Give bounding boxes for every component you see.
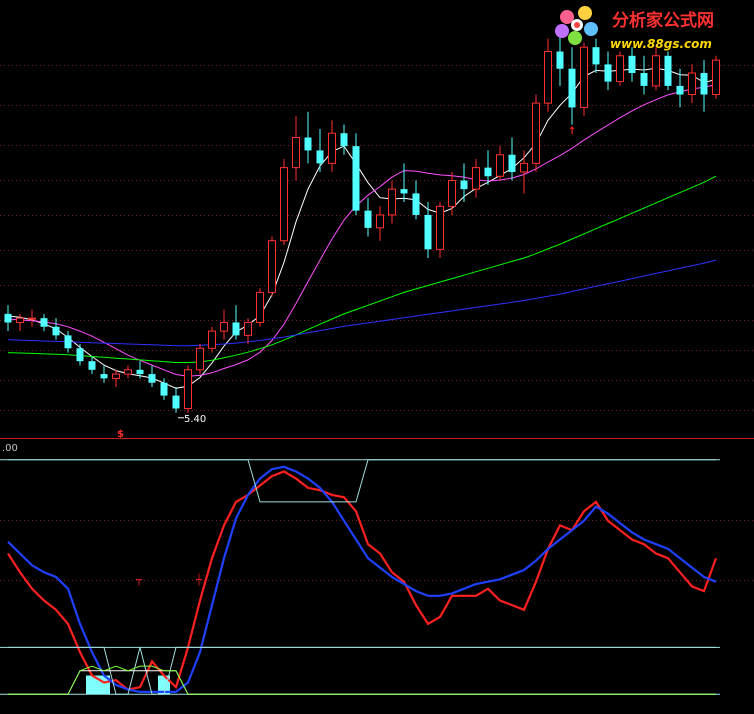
candle-body-up [544, 51, 552, 104]
candle [280, 159, 288, 246]
candle-body-down [364, 210, 372, 228]
candle-body-up [712, 59, 720, 96]
candle-body-up [328, 132, 336, 164]
candle-body-up [436, 205, 444, 250]
candle-body-down [40, 318, 48, 327]
candle-body-up [376, 214, 384, 229]
candle-body-up [244, 321, 252, 336]
candle-body-down [52, 326, 60, 336]
candle-body-down [424, 214, 432, 250]
chart-background [0, 0, 754, 714]
candle-body-up [532, 102, 540, 164]
buy-arrow-icon: ↑ [568, 126, 576, 137]
candle-body-down [88, 361, 96, 370]
candle-body-down [412, 193, 420, 215]
candle-body-up [448, 180, 456, 207]
candle-body-down [232, 322, 240, 336]
candle-body-up [268, 240, 276, 293]
indicator-signal-marker: ┼ [195, 573, 203, 586]
candle-body-down [148, 374, 156, 383]
candle-body-down [76, 348, 84, 362]
candle-body-up [616, 55, 624, 83]
indicator-signal-marker: ┬ [135, 575, 143, 586]
candle [208, 326, 216, 353]
candle-body-down [676, 85, 684, 95]
candle [184, 365, 192, 413]
stock-chart: 5.40$↑ ┬ ┼ .00 分析家公式网 www.88gs.com [0, 0, 754, 714]
candle-body-up [388, 188, 396, 216]
watermark-site-name: 分析家公式网 [612, 10, 714, 31]
candle-body-up [688, 72, 696, 96]
candle-body-down [160, 382, 168, 396]
candle [616, 51, 624, 86]
candle [580, 42, 588, 117]
candle-body-down [4, 313, 12, 323]
candle-body-down [592, 47, 600, 65]
candle-body-up [292, 137, 300, 169]
candle-body-down [568, 68, 576, 108]
candle-body-up [496, 154, 504, 177]
candle [436, 202, 444, 258]
candle-body-down [508, 154, 516, 172]
candle-body-down [304, 137, 312, 151]
candle-body-down [340, 133, 348, 147]
candle-body-up [652, 55, 660, 87]
candle-body-down [64, 335, 72, 349]
candle-body-down [352, 146, 360, 211]
candle-body-down [556, 51, 564, 69]
candle-body-up [472, 167, 480, 190]
candle-body-up [112, 373, 120, 379]
candle-body-down [100, 374, 108, 379]
candle [256, 288, 264, 327]
candle-body-down [604, 64, 612, 82]
candle-body-down [628, 55, 636, 74]
candle-body-down [136, 369, 144, 375]
candle [664, 51, 672, 91]
candle-body-up [124, 369, 132, 375]
candle-body-up [28, 317, 36, 320]
candle-body-down [400, 189, 408, 194]
candle-body-down [700, 73, 708, 95]
low-price-label: 5.40 [184, 414, 206, 425]
candle-body-down [484, 167, 492, 177]
candle-body-down [640, 73, 648, 86]
candle-body-down [172, 395, 180, 409]
candle-body-down [460, 180, 468, 190]
candle-body-up [16, 317, 24, 323]
candle-body-up [256, 291, 264, 323]
candle [268, 236, 276, 297]
candle [532, 94, 540, 172]
candle-body-down [316, 150, 324, 164]
candle-body-up [220, 321, 228, 332]
candle-body-up [520, 162, 528, 173]
watermark-site-url: www.88gs.com [610, 37, 712, 51]
candle [196, 343, 204, 375]
candle-body-up [196, 347, 204, 371]
candle-body-up [184, 369, 192, 409]
candle-body-up [280, 167, 288, 242]
candle-body-down [664, 55, 672, 86]
candle [712, 55, 720, 99]
candle-body-up [580, 46, 588, 108]
indicator-title: .00 [2, 443, 18, 454]
candle-body-up [208, 330, 216, 349]
